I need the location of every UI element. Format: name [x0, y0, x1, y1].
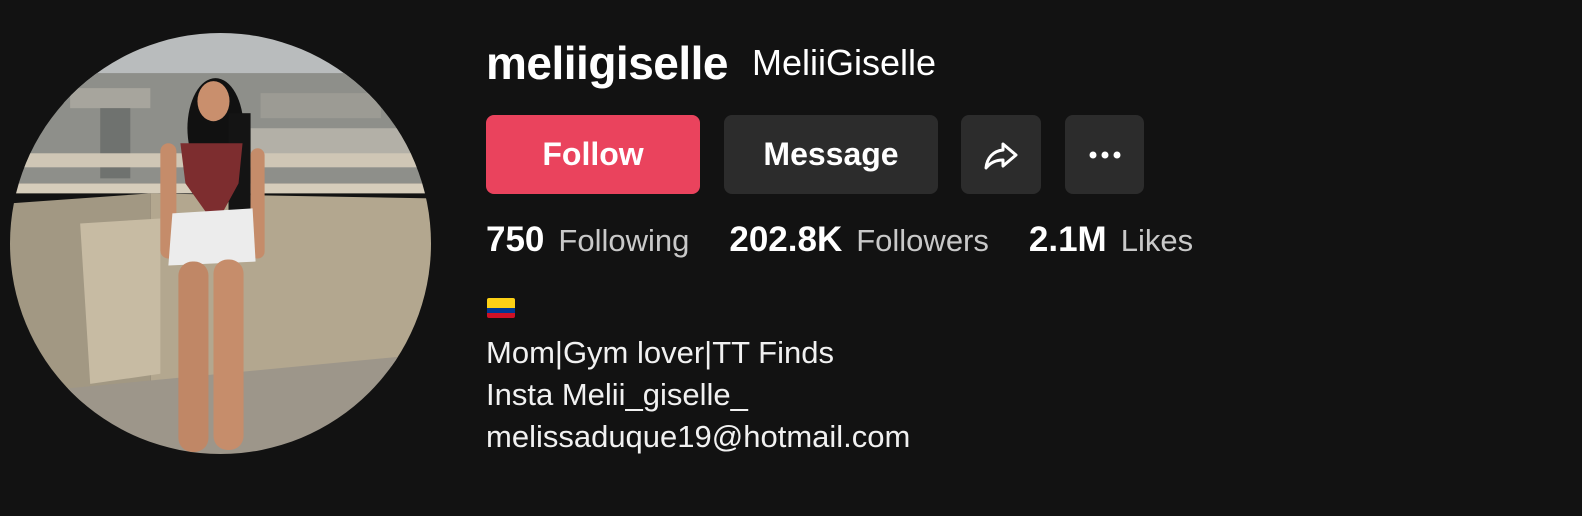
- following-count: 750: [486, 220, 545, 259]
- likes-count: 2.1M: [1028, 220, 1107, 259]
- message-button[interactable]: Message: [724, 115, 938, 194]
- bio: Mom|Gym lover|TT Finds Insta Melii_gisel…: [486, 332, 910, 458]
- bio-line: Insta Melii_giselle_: [486, 377, 748, 412]
- stat-following[interactable]: 750 Following: [486, 220, 689, 260]
- avatar-photo: [10, 33, 431, 454]
- bio-line: Mom|Gym lover|TT Finds: [486, 335, 834, 370]
- follow-button[interactable]: Follow: [486, 115, 700, 194]
- profile-stats: 750 Following 202.8K Followers 2.1M Like…: [486, 220, 1233, 264]
- nickname: MeliiGiselle: [752, 42, 937, 83]
- following-label: Following: [558, 223, 690, 258]
- more-icon: [1089, 151, 1120, 158]
- stat-followers[interactable]: 202.8K Followers: [729, 220, 989, 260]
- stat-likes: 2.1M Likes: [1029, 220, 1193, 260]
- username: meliigiselle: [486, 37, 729, 89]
- more-options-button[interactable]: [1065, 115, 1144, 194]
- share-button[interactable]: [961, 115, 1041, 194]
- likes-label: Likes: [1120, 223, 1194, 258]
- avatar[interactable]: [10, 33, 431, 454]
- colombia-flag-icon: [487, 298, 515, 318]
- share-icon: [984, 142, 1018, 169]
- followers-label: Followers: [856, 223, 989, 258]
- bio-line: melissaduque19@hotmail.com: [486, 419, 911, 454]
- followers-count: 202.8K: [729, 220, 843, 259]
